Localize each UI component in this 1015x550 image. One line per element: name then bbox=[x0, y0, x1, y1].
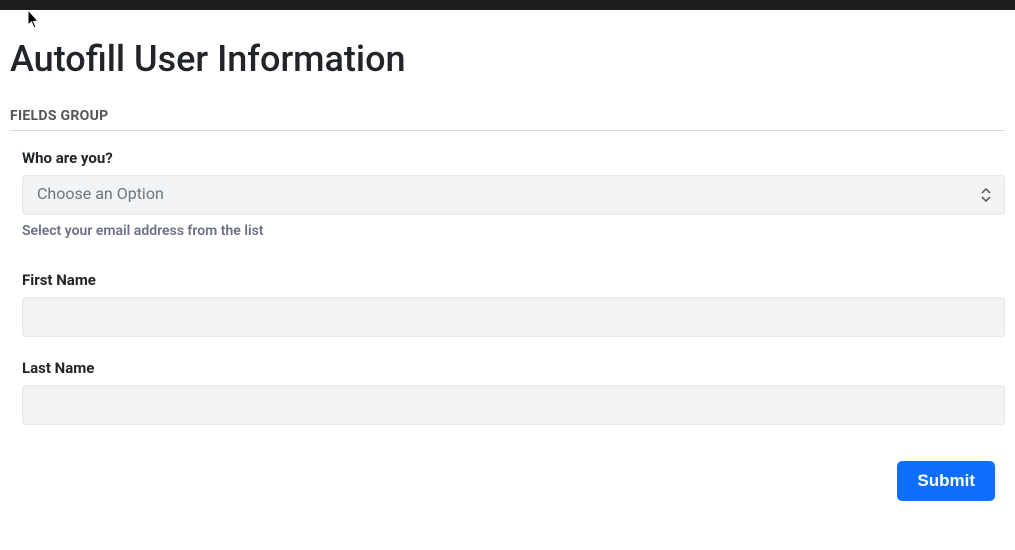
submit-button[interactable]: Submit bbox=[897, 461, 995, 501]
last-name-label: Last Name bbox=[22, 359, 1005, 377]
section-header: FIELDS GROUP bbox=[10, 108, 1005, 131]
who-label: Who are you? bbox=[22, 149, 1005, 167]
first-name-input[interactable] bbox=[22, 297, 1005, 337]
who-help-text: Select your email address from the list bbox=[22, 223, 1005, 239]
who-select[interactable]: Choose an Option bbox=[22, 175, 1005, 215]
top-bar bbox=[0, 0, 1015, 10]
first-name-label: First Name bbox=[22, 271, 1005, 289]
page-title: Autofill User Information bbox=[10, 38, 1005, 80]
last-name-input[interactable] bbox=[22, 385, 1005, 425]
